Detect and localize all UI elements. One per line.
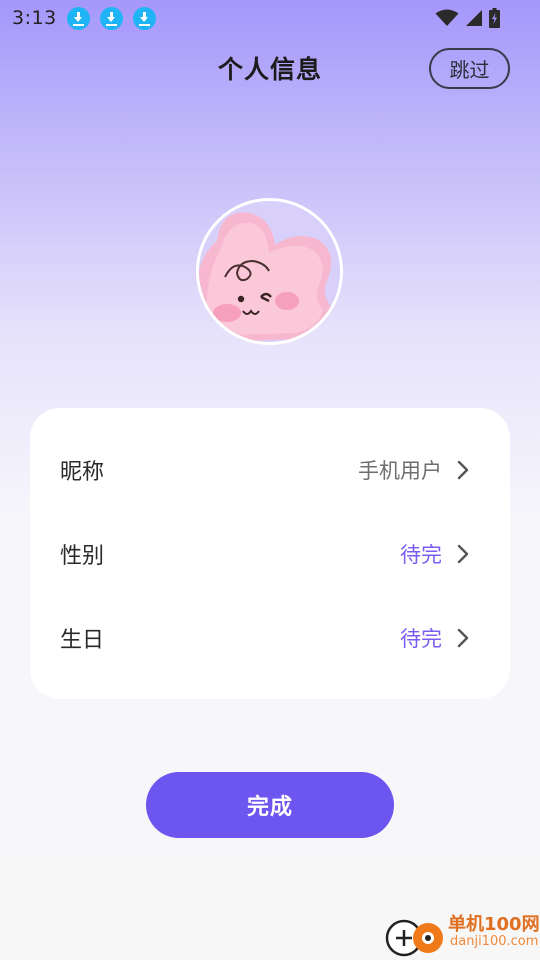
battery-icon	[489, 8, 500, 28]
wifi-icon	[435, 9, 459, 26]
gender-value: 待完	[400, 543, 442, 567]
chevron-right-icon	[457, 460, 469, 480]
chevron-right-icon	[457, 628, 469, 648]
nickname-value: 手机用户	[358, 459, 442, 483]
done-button[interactable]: 完成	[146, 772, 394, 838]
nickname-label: 昵称	[60, 460, 105, 485]
signal-icon	[466, 10, 482, 26]
pink-cartoon-avatar-image	[199, 201, 340, 342]
watermark-brand: 单机100网	[448, 914, 540, 935]
status-icons	[435, 8, 500, 28]
form-row-nickname[interactable]: 昵称 手机用户	[30, 428, 510, 512]
status-time: 3:13	[12, 7, 57, 29]
skip-button[interactable]: 跳过	[429, 48, 510, 89]
download-icon	[66, 6, 90, 30]
watermark-logo-icon	[385, 919, 443, 957]
form-row-gender[interactable]: 性别 待完	[30, 512, 510, 596]
birthday-label: 生日	[60, 628, 105, 653]
watermark: 单机100网 danji100.com	[384, 910, 540, 958]
chevron-right-icon	[457, 544, 469, 564]
profile-info-card: 昵称 手机用户 性别 待完 生日 待完	[30, 408, 510, 699]
avatar[interactable]	[196, 198, 343, 345]
form-row-birthday[interactable]: 生日 待完	[30, 596, 510, 680]
gender-label: 性别	[60, 544, 105, 569]
birthday-value: 待完	[400, 627, 442, 651]
download-icon	[99, 6, 123, 30]
watermark-url: danji100.com	[450, 934, 539, 949]
download-icon	[132, 6, 156, 30]
